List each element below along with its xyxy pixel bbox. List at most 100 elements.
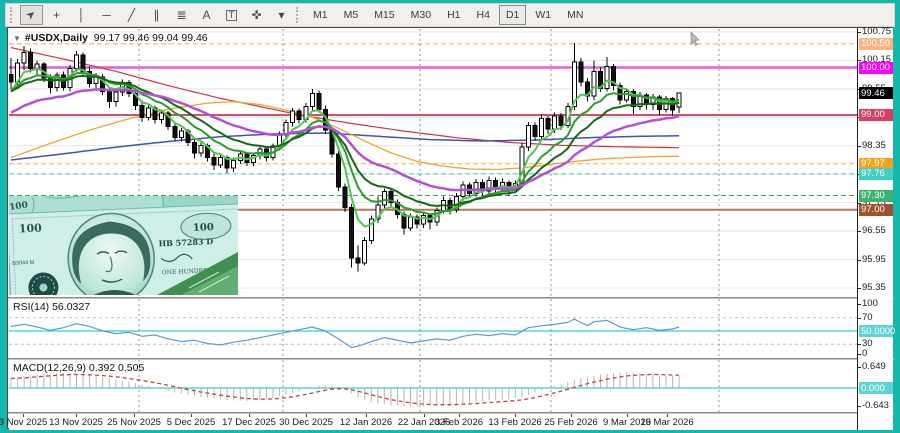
date-label: 5 Dec 2025: [159, 417, 223, 428]
price-axis-label: 100.75: [862, 26, 891, 37]
candle-body: [592, 71, 596, 96]
date-label: 19 Mar 2026: [635, 417, 699, 428]
candle-body: [232, 160, 236, 168]
candle-body: [533, 125, 537, 136]
candle-body: [173, 126, 177, 137]
trendline-tool-button[interactable]: ╱: [120, 5, 143, 25]
timeframe-button-W1[interactable]: W1: [528, 5, 558, 25]
candle-body: [356, 258, 360, 263]
svg-text:100: 100: [19, 222, 43, 236]
arrows-tool-button[interactable]: ✜: [245, 5, 268, 25]
date-label: 25 Feb 2026: [539, 417, 603, 428]
timeframe-button-MN[interactable]: MN: [560, 5, 590, 25]
candle-body: [382, 192, 386, 205]
candle-body: [22, 52, 26, 62]
price-tag-97.76: 97.76: [859, 168, 893, 180]
price-axis-label: 95.95: [862, 254, 886, 265]
horizontal-line-tool-button[interactable]: ─: [95, 5, 118, 25]
candle-body: [409, 217, 413, 228]
candle-body: [160, 113, 164, 120]
rsi-axis-label: 100: [862, 298, 878, 309]
panel-separator[interactable]: [8, 297, 894, 299]
date-label: 3 Feb 2026: [427, 417, 491, 428]
candle-body: [546, 119, 550, 129]
equidistant-channel-tool-button[interactable]: ∥: [145, 5, 168, 25]
candle-body: [350, 207, 354, 258]
timeframe-button-M1[interactable]: M1: [306, 5, 335, 25]
toolbar: ➤+│─╱∥≣AT✜▾ M1M5M15M30H1H4D1W1MN: [5, 3, 895, 27]
timeframe-button-M30[interactable]: M30: [404, 5, 438, 25]
fibonacci-tool-button[interactable]: ≣: [170, 5, 193, 25]
text-label-tool-button[interactable]: T: [220, 5, 243, 25]
rsi-axis-label: 0: [862, 348, 867, 359]
ema-purple-line: [11, 89, 679, 190]
date-label: 30 Dec 2025: [274, 417, 338, 428]
candle-body: [291, 111, 295, 122]
price-tag-97.00: 97.00: [859, 204, 893, 216]
rsi-indicator-label: RSI(14) 56.0327: [13, 301, 90, 313]
date-label: 17 Dec 2025: [217, 417, 281, 428]
date-label: 13 Nov 2025: [44, 417, 108, 428]
arrows-dropdown[interactable]: ▾: [270, 5, 293, 25]
candle-body: [343, 187, 347, 207]
timeframe-button-D1[interactable]: D1: [499, 5, 526, 25]
macd-axis-label: 0.649: [862, 361, 886, 372]
candle-body: [75, 55, 79, 68]
candle-body: [114, 92, 118, 101]
candle-body: [540, 119, 544, 137]
rsi-panel-plot[interactable]: [9, 299, 857, 358]
price-tag-100.50: 100.50: [859, 38, 893, 50]
dollar-bill-image: 100 100 100 HB 57283: [9, 196, 238, 295]
date-label: 13 Feb 2026: [483, 417, 547, 428]
date-axis: 3 Nov 202513 Nov 202525 Nov 20255 Dec 20…: [9, 414, 857, 430]
candle-body: [9, 75, 13, 82]
timeframe-button-H4[interactable]: H4: [470, 5, 497, 25]
timeframe-group: M1M5M15M30H1H4D1W1MN: [305, 5, 591, 25]
crosshair-tool-button[interactable]: +: [45, 5, 68, 25]
candle-body: [526, 125, 530, 147]
candle-body: [192, 142, 196, 152]
candle-body: [579, 62, 583, 82]
cursor-tool-button[interactable]: ➤: [20, 5, 43, 25]
date-label: 12 Jan 2026: [334, 417, 398, 428]
vertical-line-tool-button[interactable]: │: [70, 5, 93, 25]
timeframe-grip[interactable]: [296, 7, 301, 23]
price-axis-label: 95.35: [862, 282, 886, 293]
toolbar-grip[interactable]: [10, 7, 15, 23]
candle-body: [107, 91, 111, 101]
application-frame: ➤+│─╱∥≣AT✜▾ M1M5M15M30H1H4D1W1MN ▼ #USDX,…: [0, 0, 900, 433]
candle-body: [297, 111, 301, 120]
macd-indicator-label: MACD(12,26,9) 0.392 0.505: [13, 362, 144, 374]
candle-body: [29, 52, 33, 68]
svg-text:100: 100: [193, 222, 214, 234]
chart-symbol-label: #USDX,Daily: [25, 32, 88, 44]
text-tool-button[interactable]: A: [195, 5, 218, 25]
chart-title: ▼#USDX,Daily 99.17 99.46 99.04 99.46: [13, 32, 208, 44]
price-axis-label: 98.35: [862, 140, 886, 151]
macd-axis-label: -0.643: [862, 400, 889, 411]
current-price-tag: 99.46: [859, 87, 893, 99]
drawing-tools-group: ➤+│─╱∥≣AT✜▾: [19, 5, 294, 25]
chart-window: ▼#USDX,Daily 99.17 99.46 99.04 99.46 RSI…: [7, 27, 893, 429]
rsi-axis-label: 70: [862, 312, 873, 323]
candle-body: [179, 131, 183, 138]
candle-body: [337, 154, 341, 187]
candle-body: [219, 158, 223, 166]
rsi-mid-tag: 50.0000: [859, 325, 893, 337]
timeframe-button-H1[interactable]: H1: [440, 5, 467, 25]
candle-body: [605, 67, 609, 89]
candle-body: [317, 94, 321, 110]
candle-body: [625, 91, 629, 100]
candle-body: [147, 108, 151, 117]
price-axis-label: 96.55: [862, 225, 886, 236]
timeframe-button-M5[interactable]: M5: [337, 5, 366, 25]
candle-body: [363, 241, 367, 263]
candle-body: [212, 158, 216, 166]
timeframe-button-M15[interactable]: M15: [367, 5, 401, 25]
date-label: 25 Nov 2025: [102, 417, 166, 428]
svg-text:B3044 M: B3044 M: [12, 260, 35, 267]
rsi-line: [11, 319, 679, 347]
chart-dropdown-icon[interactable]: ▼: [13, 34, 21, 43]
candle-body: [310, 94, 314, 107]
panel-separator[interactable]: [8, 358, 894, 360]
